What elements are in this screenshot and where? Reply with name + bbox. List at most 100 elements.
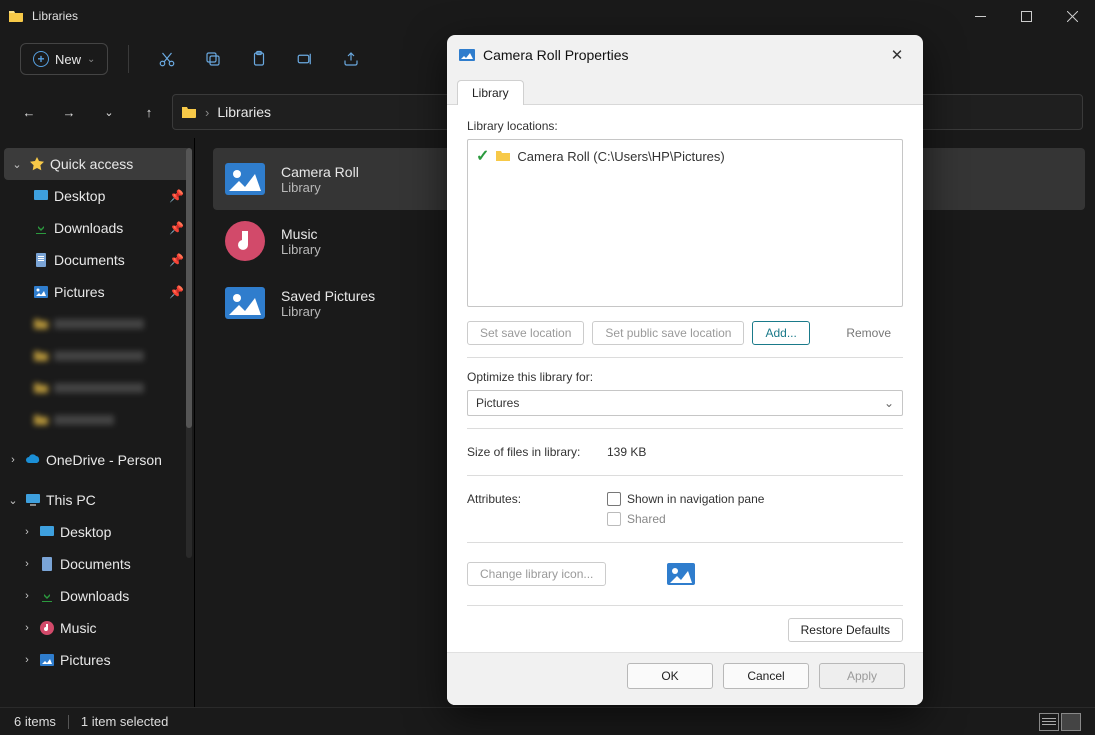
tree-label: [54, 415, 114, 425]
dialog-close-button[interactable]: ✕: [883, 41, 911, 69]
back-button[interactable]: ←: [12, 95, 46, 129]
dialog-titlebar: Camera Roll Properties ✕: [447, 35, 923, 75]
folder-icon: [181, 104, 197, 120]
locations-listbox[interactable]: ✓ Camera Roll (C:\Users\HP\Pictures): [467, 139, 903, 307]
shown-in-nav-label: Shown in navigation pane: [627, 492, 764, 506]
copy-icon[interactable]: [195, 41, 231, 77]
locations-label: Library locations:: [467, 119, 903, 133]
cut-icon[interactable]: [149, 41, 185, 77]
sidebar-item-redacted[interactable]: [0, 372, 194, 404]
folder-icon: [32, 379, 50, 397]
documents-icon: [32, 251, 50, 269]
sidebar-item-pc-music[interactable]: › Music: [0, 612, 194, 644]
tree-label: [54, 319, 144, 329]
chevron-right-icon: ›: [205, 105, 209, 120]
paste-icon[interactable]: [241, 41, 277, 77]
folder-icon: [495, 148, 511, 164]
pictures-library-icon: [223, 281, 267, 325]
tree-label: Desktop: [60, 524, 111, 540]
navigation-pane: ⌄ Quick access Desktop 📌 Downloads 📌 Doc…: [0, 138, 195, 707]
item-title: Saved Pictures: [281, 288, 375, 304]
location-path: Camera Roll (C:\Users\HP\Pictures): [517, 149, 724, 164]
library-icon-preview: [666, 559, 696, 589]
music-library-icon: [223, 219, 267, 263]
details-view-button[interactable]: [1039, 713, 1059, 731]
sidebar-item-documents[interactable]: Documents 📌: [0, 244, 194, 276]
pictures-icon: [32, 283, 50, 301]
window-title: Libraries: [32, 9, 78, 23]
chevron-right-icon: ›: [20, 558, 34, 570]
pictures-icon: [38, 651, 56, 669]
item-subtitle: Library: [281, 180, 359, 195]
item-title: Music: [281, 226, 321, 242]
chevron-right-icon: ›: [20, 654, 34, 666]
apply-button[interactable]: Apply: [819, 663, 905, 689]
chevron-right-icon: ›: [20, 622, 34, 634]
chevron-right-icon: ›: [6, 454, 20, 466]
chevron-down-icon: ⌄: [10, 158, 24, 171]
star-icon: [28, 155, 46, 173]
shared-label: Shared: [627, 512, 666, 526]
folder-icon: [32, 347, 50, 365]
optimize-label: Optimize this library for:: [467, 370, 903, 384]
new-button-label: New: [55, 52, 81, 67]
sidebar-item-pc-downloads[interactable]: › Downloads: [0, 580, 194, 612]
attributes-label: Attributes:: [467, 492, 597, 506]
set-public-save-location-button[interactable]: Set public save location: [592, 321, 744, 345]
restore-defaults-button[interactable]: Restore Defaults: [788, 618, 903, 642]
sidebar-item-pc-pictures[interactable]: › Pictures: [0, 644, 194, 676]
sidebar-item-onedrive[interactable]: › OneDrive - Person: [0, 444, 194, 476]
desktop-icon: [32, 187, 50, 205]
shared-checkbox[interactable]: [607, 512, 621, 526]
status-bar: 6 items 1 item selected: [0, 707, 1095, 735]
sidebar-item-this-pc[interactable]: ⌄ This PC: [0, 484, 194, 516]
change-icon-button[interactable]: Change library icon...: [467, 562, 606, 586]
sidebar-item-quick-access[interactable]: ⌄ Quick access: [4, 148, 190, 180]
tree-label: Music: [60, 620, 97, 636]
pictures-library-icon: [459, 47, 475, 63]
sidebar-item-downloads[interactable]: Downloads 📌: [0, 212, 194, 244]
shown-in-nav-checkbox[interactable]: [607, 492, 621, 506]
set-save-location-button[interactable]: Set save location: [467, 321, 584, 345]
rename-icon[interactable]: [287, 41, 323, 77]
cancel-button[interactable]: Cancel: [723, 663, 809, 689]
pin-icon: 📌: [169, 253, 184, 267]
scrollbar-thumb[interactable]: [186, 148, 192, 428]
separator: [128, 45, 129, 73]
tree-label: This PC: [46, 492, 96, 508]
item-title: Camera Roll: [281, 164, 359, 180]
add-location-button[interactable]: Add...: [752, 321, 809, 345]
item-subtitle: Library: [281, 242, 321, 257]
maximize-button[interactable]: [1003, 0, 1049, 32]
tab-strip: Library: [447, 75, 923, 105]
optimize-value: Pictures: [476, 396, 519, 410]
new-button[interactable]: + New ⌄: [20, 43, 108, 75]
close-button[interactable]: [1049, 0, 1095, 32]
sidebar-item-pc-documents[interactable]: › Documents: [0, 548, 194, 580]
sidebar-item-pictures[interactable]: Pictures 📌: [0, 276, 194, 308]
sidebar-item-redacted[interactable]: [0, 308, 194, 340]
tab-library[interactable]: Library: [457, 80, 524, 105]
minimize-button[interactable]: [957, 0, 1003, 32]
sidebar-item-pc-desktop[interactable]: › Desktop: [0, 516, 194, 548]
item-subtitle: Library: [281, 304, 375, 319]
chevron-down-icon: ⌄: [87, 54, 95, 65]
tree-label: [54, 351, 144, 361]
music-icon: [38, 619, 56, 637]
location-entry[interactable]: ✓ Camera Roll (C:\Users\HP\Pictures): [476, 146, 894, 166]
share-icon[interactable]: [333, 41, 369, 77]
download-icon: [32, 219, 50, 237]
forward-button[interactable]: →: [52, 95, 86, 129]
sidebar-item-redacted[interactable]: [0, 340, 194, 372]
up-button[interactable]: ↑: [132, 95, 166, 129]
ok-button[interactable]: OK: [627, 663, 713, 689]
sidebar-item-desktop[interactable]: Desktop 📌: [0, 180, 194, 212]
breadcrumb[interactable]: Libraries: [217, 104, 271, 120]
optimize-select[interactable]: Pictures ⌄: [467, 390, 903, 416]
recent-locations-button[interactable]: ⌄: [92, 95, 126, 129]
remove-location-button[interactable]: Remove: [834, 322, 903, 344]
size-label: Size of files in library:: [467, 445, 597, 459]
tree-label: [54, 383, 144, 393]
thumbnails-view-button[interactable]: [1061, 713, 1081, 731]
sidebar-item-redacted[interactable]: [0, 404, 194, 436]
